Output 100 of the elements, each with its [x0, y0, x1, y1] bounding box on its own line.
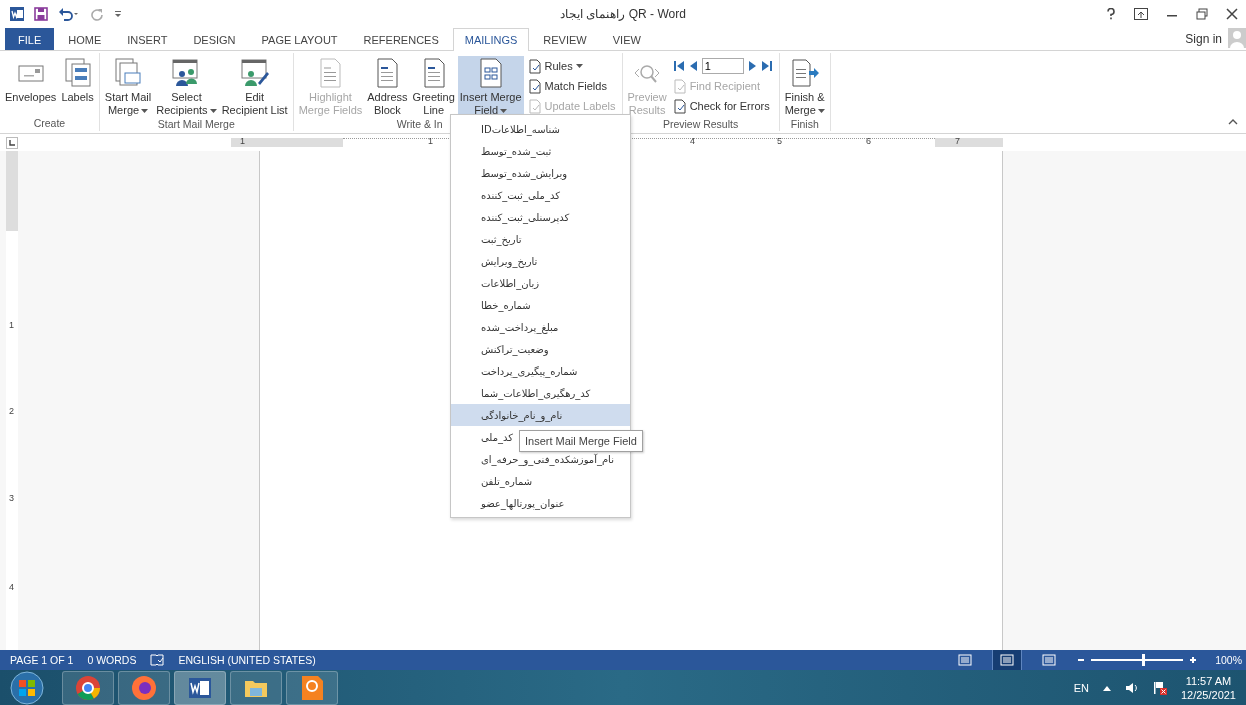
menu-item[interactable]: شماره_خطا: [451, 294, 630, 316]
sign-in-link[interactable]: Sign in: [1185, 28, 1228, 50]
ruler-number: 6: [866, 136, 871, 146]
menu-item[interactable]: وضعیت_تراکنش: [451, 338, 630, 360]
ribbon-button[interactable]: Envelopes: [3, 56, 59, 117]
proofing-icon[interactable]: [150, 654, 165, 666]
group-label: Start Mail Merge: [157, 118, 235, 131]
ruler-number: 2: [9, 406, 14, 416]
clock-time[interactable]: 11:57 AM: [1185, 673, 1232, 688]
last-record-icon[interactable]: [760, 60, 773, 72]
zoom-in-icon[interactable]: [1189, 656, 1198, 664]
ribbon-button[interactable]: Labels: [59, 56, 96, 117]
ribbon-button[interactable]: Check for Errors: [672, 98, 773, 114]
ruler-number: 3: [9, 493, 14, 503]
ruler-number: 1: [9, 320, 14, 330]
window-title: راهنمای ایجاد QR - Word: [560, 7, 686, 21]
ruler-number: 1: [428, 136, 433, 146]
tooltip: Insert Mail Merge Field: [519, 430, 643, 452]
next-record-icon[interactable]: [747, 60, 757, 72]
view-icon: [1042, 654, 1057, 666]
zoom-slider-thumb[interactable]: [1141, 654, 1145, 666]
caret-icon: [575, 64, 583, 68]
caret-icon: [817, 108, 825, 113]
document-icon: [672, 78, 687, 94]
ribbon-tab[interactable]: REVIEW: [531, 28, 599, 50]
page-count[interactable]: PAGE 1 OF 1: [10, 654, 74, 666]
view-icon: [958, 654, 973, 666]
ribbon-tab[interactable]: REFERENCES: [351, 28, 451, 50]
group-label: Finish: [790, 118, 819, 131]
ribbon-button[interactable]: Start Mail Merge: [102, 56, 154, 118]
ribbon-button[interactable]: Match Fields: [527, 78, 616, 94]
show-hidden-icons-icon[interactable]: [1102, 684, 1111, 691]
ribbon-display-options-icon[interactable]: [1134, 8, 1148, 20]
document-icon: [672, 98, 687, 114]
collapse-ribbon-icon[interactable]: [1228, 119, 1238, 125]
restore-icon[interactable]: [1196, 8, 1208, 20]
close-icon[interactable]: [1226, 8, 1238, 20]
save-icon[interactable]: [34, 7, 48, 21]
firefox-app-icon: [130, 673, 158, 702]
taskbar-app-button[interactable]: [230, 670, 282, 705]
customize-toolbar-icon[interactable]: [114, 9, 122, 19]
tab-selector-icon[interactable]: [6, 136, 18, 149]
ribbon-tab[interactable]: HOME: [56, 28, 114, 50]
flag-icon[interactable]: [1152, 680, 1167, 695]
ruler-number: 4: [9, 582, 14, 592]
menu-item[interactable]: شماره_پیگیری_پرداخت: [451, 360, 630, 382]
taskbar-app-button[interactable]: [62, 670, 114, 705]
ribbon-tab[interactable]: INSERT: [115, 28, 180, 50]
help-icon[interactable]: [1106, 8, 1116, 20]
speaker-icon[interactable]: [1124, 681, 1139, 694]
document-icon: [527, 58, 542, 74]
ruler-number: 1: [240, 136, 245, 146]
group-label: Create: [33, 117, 66, 131]
previous-record-icon[interactable]: [688, 60, 698, 72]
chrome-app-icon: [74, 673, 102, 702]
undo-icon[interactable]: [58, 7, 80, 21]
menu-item[interactable]: نام_و_نام_خانوادگی: [451, 404, 630, 426]
menu-item[interactable]: عنوان_پورتالها_عضو: [451, 492, 630, 514]
menu-item[interactable]: ثبت_شده_توسط: [451, 140, 630, 162]
menu-item[interactable]: کد_رهگیری_اطلاعات_شما: [451, 382, 630, 404]
ribbon-button[interactable]: Edit Recipient List: [219, 56, 290, 118]
zoom-out-icon[interactable]: [1077, 656, 1086, 664]
file-tab[interactable]: FILE: [5, 28, 55, 50]
ruler-number: 5: [777, 136, 782, 146]
input-language[interactable]: EN: [1073, 681, 1089, 694]
caret-icon: [141, 108, 149, 113]
ribbon-button[interactable]: Address Block: [365, 56, 410, 118]
ribbon-tab[interactable]: DESIGN: [181, 28, 248, 50]
taskbar-app-button[interactable]: [286, 670, 338, 705]
clock-date[interactable]: 12/25/2021: [1180, 687, 1236, 702]
ruler-number: 4: [690, 136, 695, 146]
record-number-field[interactable]: 1: [701, 58, 744, 74]
ribbon-tab[interactable]: PAGE LAYOUT: [249, 28, 350, 50]
ribbon-tab[interactable]: VIEW: [600, 28, 653, 50]
language-status[interactable]: ENGLISH (UNITED STATES): [178, 654, 316, 666]
ribbon-button[interactable]: Greeting Line: [410, 56, 457, 118]
menu-item[interactable]: ویرایش_شده_توسط: [451, 162, 630, 184]
ribbon-button[interactable]: Select Recipients: [154, 56, 219, 118]
menu-item[interactable]: شماره_تلفن: [451, 470, 630, 492]
print-layout-button[interactable]: [993, 650, 1022, 670]
ribbon-tab[interactable]: MAILINGS: [452, 28, 530, 51]
menu-item[interactable]: مبلغ_پرداخت_شده: [451, 316, 630, 338]
first-record-icon[interactable]: [672, 60, 685, 72]
word-logo-icon[interactable]: [10, 7, 24, 21]
group-label: Preview Results: [662, 118, 739, 131]
taskbar-app-button[interactable]: [174, 670, 226, 705]
menu-item[interactable]: کد_ملی_ثبت_کننده: [451, 184, 630, 206]
menu-item[interactable]: کدپرسنلی_ثبت_کننده: [451, 206, 630, 228]
labels-icon: [62, 57, 93, 89]
peopleedit-icon: [239, 57, 270, 89]
group-label: Write & In: [396, 118, 443, 131]
menu-item[interactable]: زبان_اطلاعات: [451, 272, 630, 294]
menu-item[interactable]: شناسه_اطلاعاتID: [451, 118, 630, 140]
menu-item[interactable]: تاریخ_ثبت: [451, 228, 630, 250]
ribbon-button[interactable]: Rules: [527, 58, 616, 74]
finish-icon: [789, 57, 820, 89]
menu-item[interactable]: تاریخ_ویرایش: [451, 250, 630, 272]
zoom-level[interactable]: 100%: [1215, 654, 1242, 666]
ribbon-button[interactable]: Finish & Merge: [782, 56, 827, 118]
word-count[interactable]: 0 WORDS: [87, 654, 137, 666]
